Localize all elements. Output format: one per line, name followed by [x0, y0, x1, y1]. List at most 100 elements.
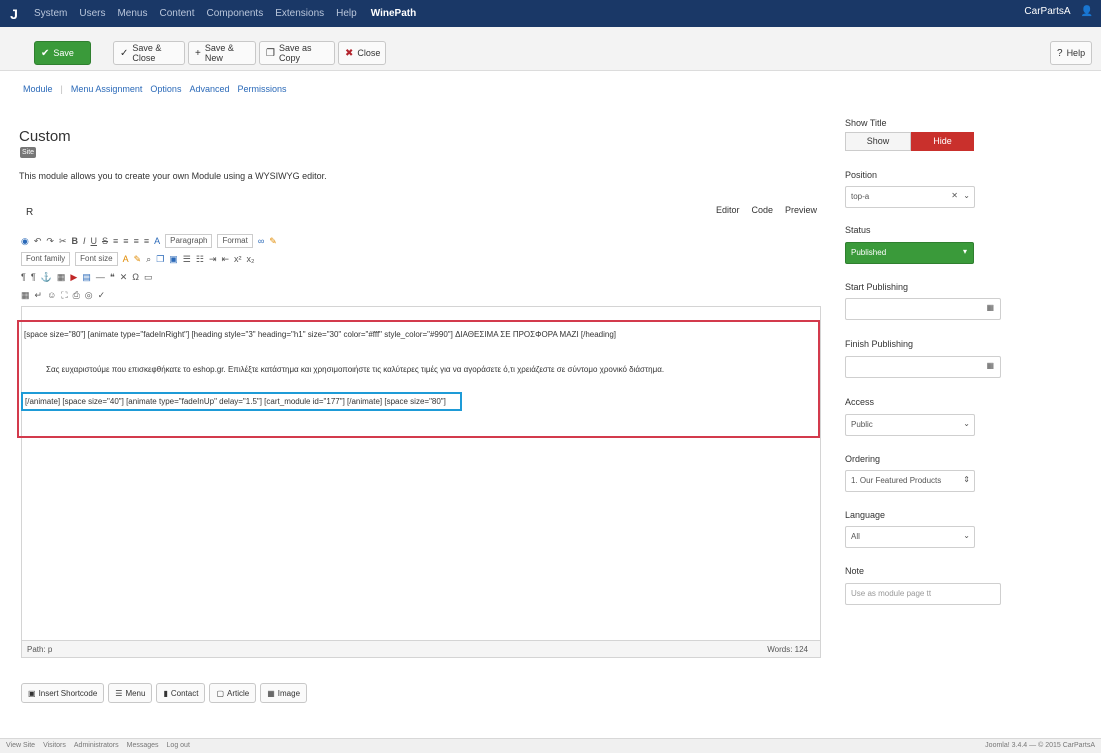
menu-menus[interactable]: Menus: [117, 8, 147, 19]
paste-icon[interactable]: ▣: [169, 254, 178, 265]
undo-icon[interactable]: ↶: [34, 236, 42, 247]
tab-advanced[interactable]: Advanced: [189, 84, 229, 94]
clear-icon[interactable]: ✕: [951, 191, 958, 200]
article-button[interactable]: ▢ Article: [209, 683, 257, 703]
user-icon[interactable]: 👤: [1081, 6, 1093, 17]
format-select[interactable]: Format: [217, 234, 253, 248]
menu-users[interactable]: Users: [79, 8, 105, 19]
menu-help[interactable]: Help: [336, 8, 357, 19]
footer-administrators[interactable]: Administrators: [74, 742, 119, 749]
tab-menu-assignment[interactable]: Menu Assignment: [71, 84, 143, 94]
site-name-link[interactable]: WinePath: [371, 8, 416, 19]
tab-preview[interactable]: Preview: [785, 205, 817, 215]
copy-icon[interactable]: ❐: [156, 254, 164, 265]
blockquote-icon[interactable]: ❝: [110, 272, 115, 283]
editor-line-2[interactable]: Σας ευχαριστούμε που επισκεφθήκατε το es…: [46, 365, 664, 374]
image-button[interactable]: ▦ Image: [260, 683, 308, 703]
start-publishing-field[interactable]: ▦: [845, 298, 1001, 320]
finish-publishing-field[interactable]: ▦: [845, 356, 1001, 378]
user-name[interactable]: CarPartsA: [1024, 6, 1070, 17]
outdent-icon[interactable]: ⇤: [222, 254, 230, 265]
non-breaking-icon[interactable]: ↵: [35, 290, 43, 301]
user-menu[interactable]: CarPartsA 👤: [1024, 6, 1093, 17]
tab-code[interactable]: Code: [752, 205, 774, 215]
footer-messages[interactable]: Messages: [127, 742, 159, 749]
list-number-icon[interactable]: ☷: [196, 254, 204, 265]
calendar-icon[interactable]: ▦: [986, 303, 994, 312]
contact-button[interactable]: ▮ Contact: [156, 683, 206, 703]
underline-icon[interactable]: U: [91, 236, 98, 246]
footer-logout[interactable]: Log out: [167, 742, 190, 749]
font-family-select[interactable]: Font family: [21, 252, 71, 266]
template-icon[interactable]: ▭: [144, 272, 153, 283]
subscript-icon[interactable]: x₂: [247, 254, 255, 264]
hr-icon[interactable]: —: [96, 272, 105, 282]
menu-content[interactable]: Content: [159, 8, 194, 19]
pencil-icon[interactable]: ✎: [269, 236, 277, 247]
save-new-button[interactable]: + Save & New: [188, 41, 256, 65]
font-size-select[interactable]: Font size: [75, 252, 118, 266]
print-icon[interactable]: ⎙: [73, 290, 80, 301]
save-close-button[interactable]: ✓ Save & Close: [113, 41, 185, 65]
special-char-icon[interactable]: Ω: [132, 272, 139, 282]
access-select[interactable]: Public ⌄: [845, 414, 975, 436]
status-select[interactable]: Published ▾: [845, 242, 974, 264]
align-left-icon[interactable]: ≡: [113, 236, 118, 246]
help-button[interactable]: ? Help: [1050, 41, 1092, 65]
editor-line-3[interactable]: [/animate] [space size="40"] [animate ty…: [25, 397, 446, 406]
image-icon[interactable]: ▦: [57, 272, 66, 283]
rtl-icon[interactable]: ¶: [31, 272, 36, 282]
source-icon[interactable]: ◉: [21, 236, 29, 247]
align-center-icon[interactable]: ≡: [123, 236, 128, 246]
language-select[interactable]: All ⌄: [845, 526, 975, 548]
element-path[interactable]: Path: p: [27, 645, 52, 654]
hide-option[interactable]: Hide: [911, 132, 974, 151]
menu-extensions[interactable]: Extensions: [275, 8, 324, 19]
ltr-icon[interactable]: ¶: [21, 272, 26, 282]
tab-permissions[interactable]: Permissions: [237, 84, 286, 94]
media-icon[interactable]: ▶: [70, 272, 77, 283]
indent-icon[interactable]: ⇥: [209, 254, 217, 265]
spellcheck-icon[interactable]: ✓: [98, 290, 106, 301]
tab-module[interactable]: Module: [23, 84, 53, 94]
tab-editor[interactable]: Editor: [716, 205, 740, 215]
menu-button[interactable]: ☰ Menu: [108, 683, 153, 703]
table-icon[interactable]: ▤: [82, 272, 91, 283]
position-select[interactable]: top-a ✕ ⌄: [845, 186, 975, 208]
redo-icon[interactable]: ↷: [46, 236, 54, 247]
strikethrough-icon[interactable]: S: [102, 236, 108, 246]
save-button[interactable]: ✔ Save: [34, 41, 91, 65]
footer-visitors[interactable]: Visitors: [43, 742, 66, 749]
preview-icon[interactable]: ◎: [85, 290, 93, 301]
italic-icon[interactable]: I: [83, 236, 86, 246]
footer-view-site[interactable]: View Site: [6, 742, 35, 749]
calendar-icon[interactable]: ▦: [986, 361, 994, 370]
anchor-icon[interactable]: ⚓: [41, 272, 52, 283]
clear-format-icon[interactable]: ✕: [120, 272, 128, 283]
joomla-logo-icon[interactable]: J: [0, 0, 28, 27]
paragraph-select[interactable]: Paragraph: [165, 234, 213, 248]
find-icon[interactable]: ⌕: [146, 254, 151, 265]
style-icon[interactable]: A: [154, 236, 160, 246]
superscript-icon[interactable]: x²: [234, 254, 242, 264]
ordering-select[interactable]: 1. Our Featured Products ⇕: [845, 470, 975, 492]
save-copy-button[interactable]: ❐ Save as Copy: [259, 41, 335, 65]
note-input[interactable]: Use as module page tt: [845, 583, 1001, 605]
menu-components[interactable]: Components: [207, 8, 264, 19]
menu-system[interactable]: System: [34, 8, 67, 19]
list-bullet-icon[interactable]: ☰: [183, 254, 191, 265]
visual-aid-icon[interactable]: ▦: [21, 290, 30, 301]
link-icon[interactable]: ∞: [258, 236, 264, 246]
cut-icon[interactable]: ✂: [59, 236, 67, 247]
editor-line-1[interactable]: [space size="80"] [animate type="fadeInR…: [24, 330, 616, 339]
insert-shortcode-button[interactable]: ▣ Insert Shortcode: [21, 683, 105, 703]
align-justify-icon[interactable]: ≡: [144, 236, 149, 246]
show-option[interactable]: Show: [845, 132, 911, 151]
close-button[interactable]: ✖ Close: [338, 41, 386, 65]
highlight-icon[interactable]: ✎: [134, 254, 142, 265]
tab-options[interactable]: Options: [150, 84, 181, 94]
text-color-icon[interactable]: A: [123, 254, 129, 264]
emoticon-icon[interactable]: ☺: [47, 290, 56, 300]
fullscreen-icon[interactable]: ⛶: [61, 290, 67, 301]
align-right-icon[interactable]: ≡: [134, 236, 139, 246]
